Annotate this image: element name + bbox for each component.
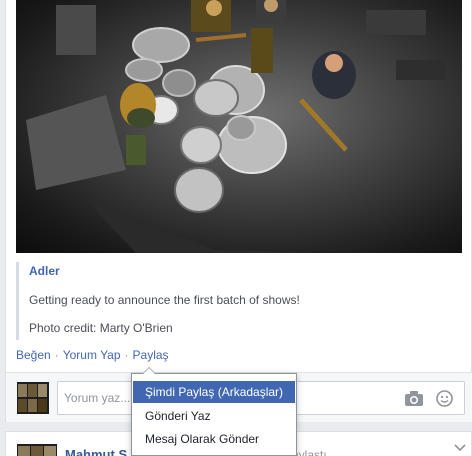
smile-icon[interactable] bbox=[436, 390, 453, 407]
photo-credit: Photo credit: Marty O'Brien bbox=[29, 321, 173, 335]
like-link[interactable]: Beğen bbox=[16, 348, 51, 362]
menu-item-share-now[interactable]: Şimdi Paylaş (Arkadaşlar) bbox=[133, 381, 295, 403]
comment-link[interactable]: Yorum Yap bbox=[63, 348, 121, 362]
action-separator: · bbox=[124, 348, 129, 362]
menu-item-write-post[interactable]: Gönderi Yaz bbox=[133, 405, 295, 427]
post-action-text: aylaştı bbox=[292, 448, 327, 456]
post-actions: Beğen · Yorum Yap · Paylaş bbox=[16, 348, 169, 362]
avatar bbox=[17, 382, 49, 414]
drum-kit-photo bbox=[26, 0, 446, 253]
share-menu: Şimdi Paylaş (Arkadaşlar) Gönderi Yaz Me… bbox=[131, 367, 297, 456]
post-author[interactable]: Mahmut S bbox=[65, 447, 127, 456]
action-separator: · bbox=[54, 348, 59, 362]
shared-quote: Adler Getting ready to announce the firs… bbox=[16, 262, 462, 340]
quote-text: Getting ready to announce the first batc… bbox=[29, 293, 300, 307]
post-photo[interactable] bbox=[16, 0, 462, 253]
avatar[interactable] bbox=[17, 444, 57, 456]
chevron-down-icon[interactable] bbox=[454, 444, 466, 452]
camera-icon[interactable] bbox=[405, 391, 423, 406]
share-link[interactable]: Paylaş bbox=[133, 348, 169, 362]
quote-title[interactable]: Adler bbox=[29, 264, 60, 278]
post-card: Adler Getting ready to announce the firs… bbox=[5, 0, 472, 422]
menu-item-send-message[interactable]: Mesaj Olarak Gönder bbox=[133, 428, 295, 450]
